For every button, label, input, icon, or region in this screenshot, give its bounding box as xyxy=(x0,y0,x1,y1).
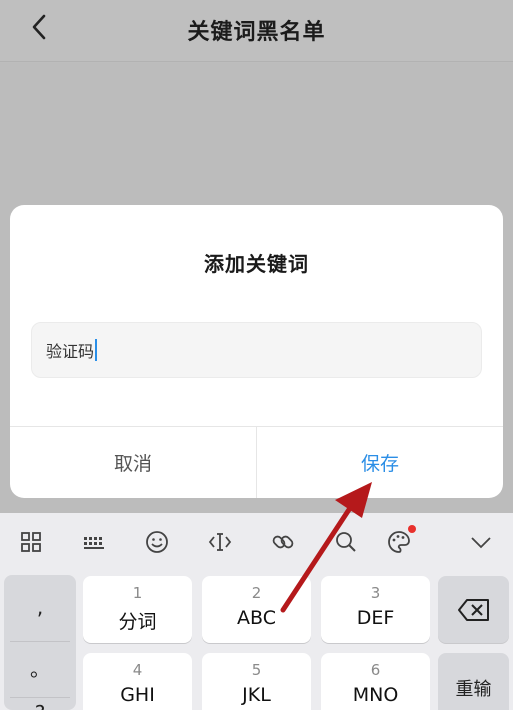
key-6[interactable]: 6 MNO xyxy=(321,653,430,710)
link-icon[interactable] xyxy=(268,527,298,557)
theme-palette-icon[interactable] xyxy=(384,525,416,557)
page-title: 关键词黑名单 xyxy=(187,20,326,45)
collapse-keyboard-icon[interactable] xyxy=(466,527,496,557)
keyword-input[interactable]: 验证码 xyxy=(31,322,482,378)
text-cursor xyxy=(95,339,98,361)
reenter-key[interactable]: 重输 xyxy=(438,653,509,710)
key-1[interactable]: 1 分词 xyxy=(83,576,192,643)
grid-menu-icon[interactable] xyxy=(16,527,46,557)
notification-dot xyxy=(408,525,416,533)
emoji-icon[interactable] xyxy=(142,527,172,557)
dialog-title: 添加关键词 xyxy=(204,252,309,276)
top-bar: 关键词黑名单 xyxy=(0,0,513,62)
punct-comma-key[interactable]: , xyxy=(4,595,76,619)
add-keyword-dialog: 添加关键词 验证码 取消 保存 xyxy=(10,205,503,498)
punct-question-key[interactable]: ? xyxy=(4,701,76,710)
key-2[interactable]: 2 ABC xyxy=(202,576,311,643)
key-5[interactable]: 5 JKL xyxy=(202,653,311,710)
key-3[interactable]: 3 DEF xyxy=(321,576,430,643)
keyboard-toolbar xyxy=(0,513,513,573)
search-icon[interactable] xyxy=(331,527,361,557)
keyword-input-value: 验证码 xyxy=(46,342,95,361)
ime-keyboard: , 。 ? 1 分词 2 ABC 3 DEF 4 GHI 5 JKL 6 MNO… xyxy=(0,513,513,710)
cursor-move-icon[interactable] xyxy=(205,527,235,557)
punct-period-key[interactable]: 。 xyxy=(4,653,76,682)
punct-separator xyxy=(10,641,70,642)
cancel-button[interactable]: 取消 xyxy=(10,427,256,498)
key-4[interactable]: 4 GHI xyxy=(83,653,192,710)
punct-separator xyxy=(10,697,70,698)
backspace-icon xyxy=(458,599,489,621)
save-button[interactable]: 保存 xyxy=(257,427,503,498)
punctuation-column: , 。 ? xyxy=(4,575,76,710)
backspace-key[interactable] xyxy=(438,576,509,643)
keyboard-layout-icon[interactable] xyxy=(79,527,109,557)
